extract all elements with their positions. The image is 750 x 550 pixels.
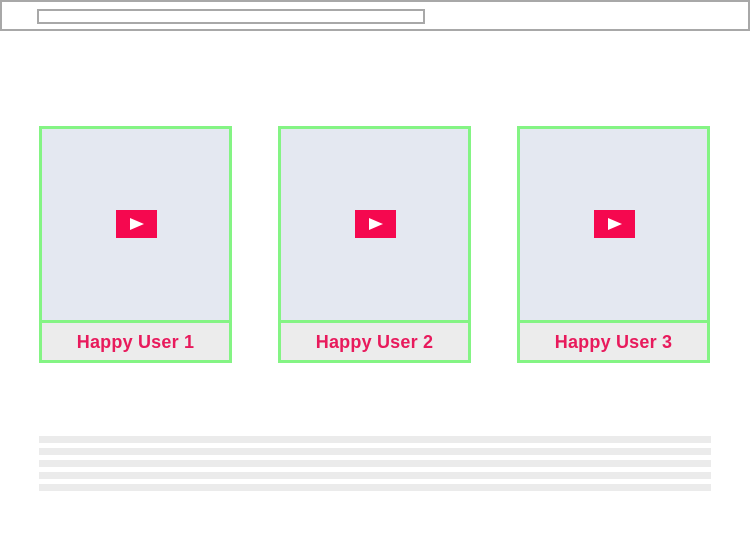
testimonial-video-row: Happy User 1 Happy User 2 Happy User 3: [39, 126, 711, 363]
play-icon: [130, 218, 144, 230]
placeholder-text-line: [39, 460, 711, 467]
video-thumbnail-3[interactable]: [520, 129, 707, 320]
placeholder-text-line: [39, 436, 711, 443]
placeholder-text-line: [39, 472, 711, 479]
caption-area-2: Happy User 2: [281, 320, 468, 360]
play-button-3[interactable]: [594, 210, 635, 238]
caption-area-3: Happy User 3: [520, 320, 707, 360]
placeholder-text-line: [39, 484, 711, 491]
testimonial-card-3: Happy User 3: [517, 126, 710, 363]
testimonial-card-2: Happy User 2: [278, 126, 471, 363]
testimonial-caption-1: Happy User 1: [76, 332, 195, 352]
testimonial-card-1: Happy User 1: [39, 126, 232, 363]
address-bar[interactable]: [37, 9, 425, 24]
play-button-1[interactable]: [116, 210, 157, 238]
caption-area-1: Happy User 1: [42, 320, 229, 360]
testimonial-caption-3: Happy User 3: [554, 332, 673, 352]
testimonial-caption-2: Happy User 2: [315, 332, 434, 352]
play-button-2[interactable]: [355, 210, 396, 238]
placeholder-text-block: [39, 436, 711, 492]
play-icon: [608, 218, 622, 230]
play-icon: [369, 218, 383, 230]
placeholder-text-line: [39, 448, 711, 455]
video-thumbnail-1[interactable]: [42, 129, 229, 320]
video-thumbnail-2[interactable]: [281, 129, 468, 320]
browser-top-bar: [0, 0, 750, 31]
